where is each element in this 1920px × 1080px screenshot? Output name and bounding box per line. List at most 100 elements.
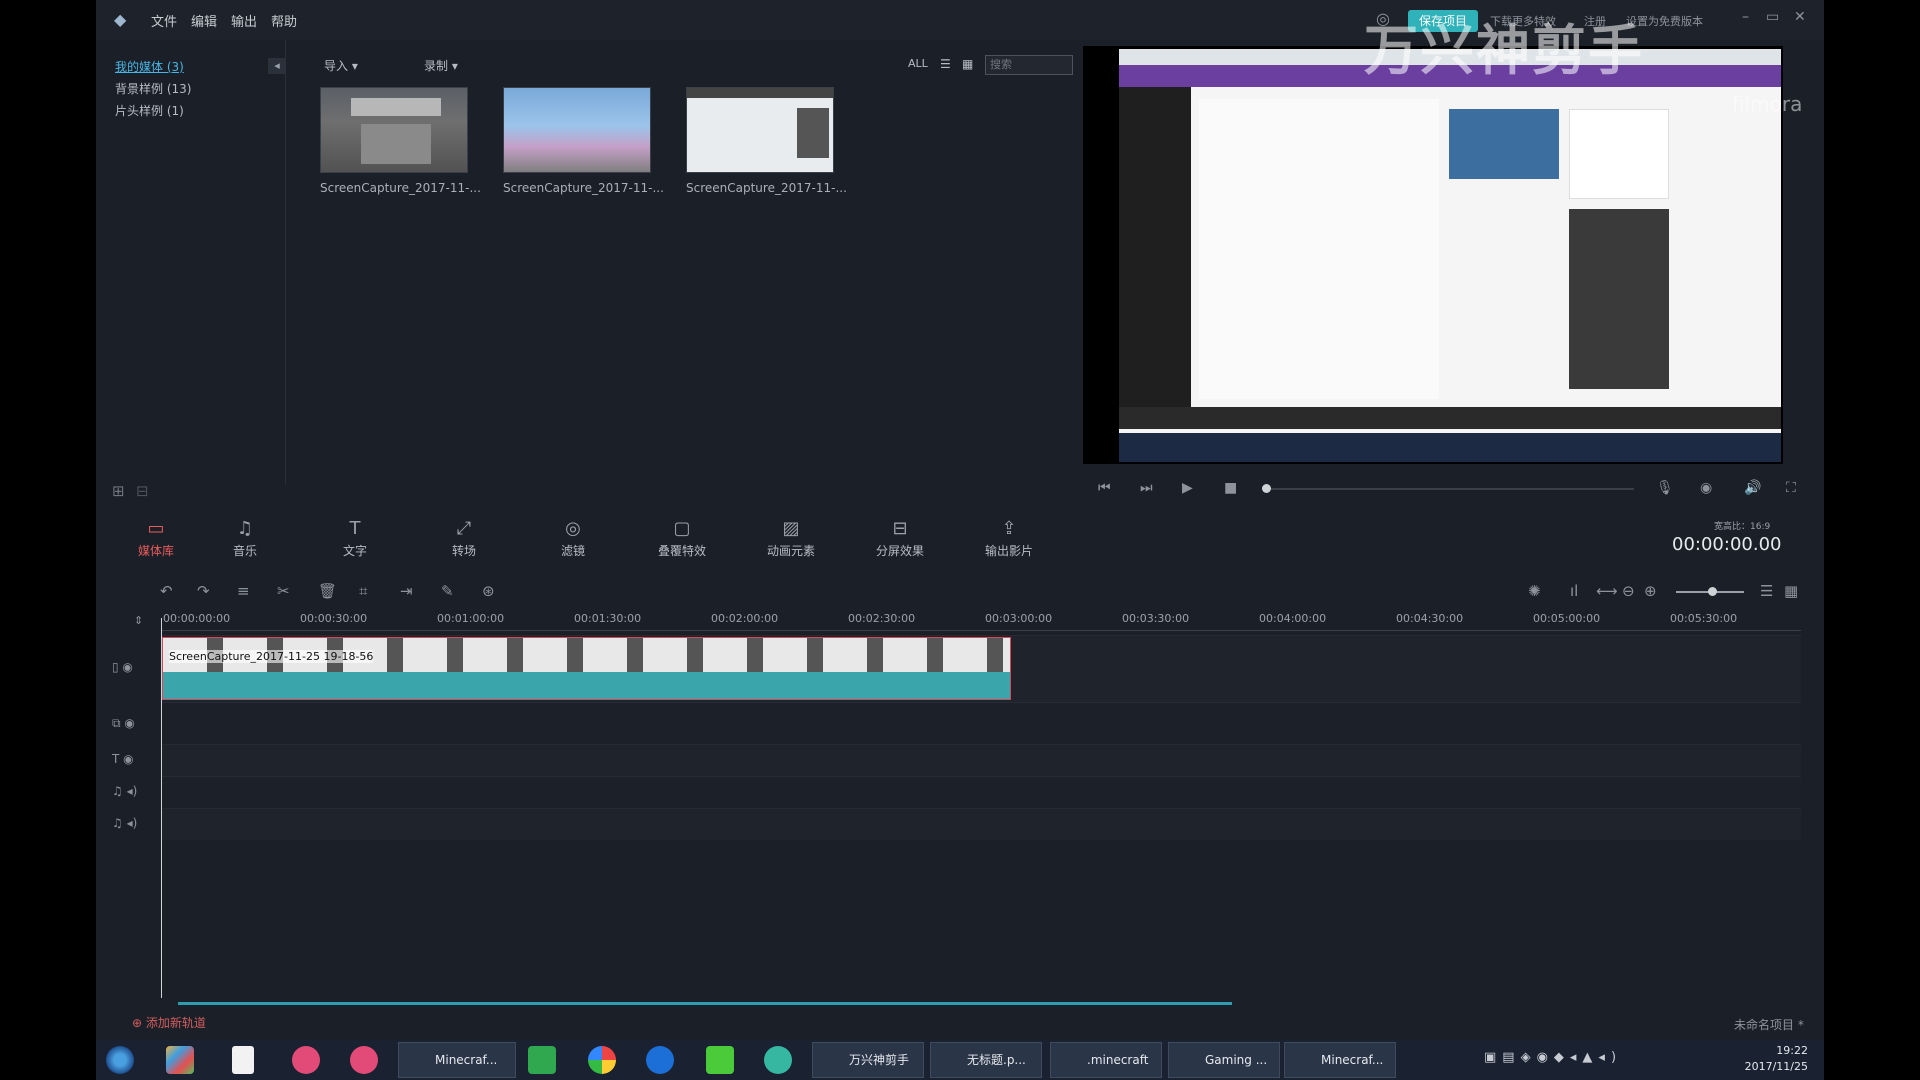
timeline-scrollbar[interactable] (178, 1002, 1232, 1005)
app-launcher-icon[interactable] (166, 1046, 194, 1074)
fit-timeline-icon[interactable]: ⟷ (1596, 582, 1618, 600)
list-view-icon[interactable]: ☰ (940, 57, 951, 71)
menu-edit[interactable]: 编辑 (191, 11, 217, 30)
tab-export[interactable]: ⇪ 输出影片 (974, 518, 1044, 559)
play-icon[interactable]: ▶ (1182, 480, 1193, 496)
menu-file[interactable]: 文件 (151, 11, 177, 30)
tab-overlays[interactable]: ▢ 叠覆特效 (647, 518, 717, 559)
grid-icon[interactable]: ▦ (1784, 582, 1798, 600)
ruler-tick: 00:02:30:00 (848, 612, 916, 625)
media-thumb-1-label: ScreenCapture_2017-11-... (320, 181, 481, 195)
video-clip[interactable]: ScreenCapture_2017-11-25 19-18-56 (162, 637, 1011, 700)
text-icon: T (349, 518, 361, 539)
preview-scrubber[interactable] (1264, 488, 1634, 490)
tab-label: 滤镜 (560, 544, 585, 558)
add-track-button[interactable]: ⊕ 添加新轨道 (132, 1014, 206, 1031)
taskbar-label: .minecraft (1087, 1053, 1149, 1067)
media-player-icon[interactable] (646, 1046, 674, 1074)
tab-label: 媒体库 (137, 544, 174, 558)
minecraft-logo-graphic (351, 98, 441, 116)
search-input[interactable]: 搜索 (985, 55, 1073, 75)
menu-help[interactable]: 帮助 (271, 11, 297, 30)
skip-back-icon[interactable]: ⏮ (1098, 480, 1111, 496)
pin-icon[interactable]: ✎ (441, 582, 454, 600)
media-thumb-2[interactable] (503, 87, 651, 173)
playhead[interactable] (161, 618, 162, 998)
browser-bar-graphic (687, 88, 833, 98)
import-dropdown[interactable]: 导入 ▾ (324, 57, 358, 74)
start-button-icon[interactable] (106, 1046, 134, 1074)
redo-icon[interactable]: ↷ (197, 582, 210, 600)
aspect-ratio-label: 宽高比：16:9 (1714, 522, 1771, 532)
adjust-icon[interactable]: ≡ (237, 582, 250, 600)
remove-folder-icon[interactable]: ⊟ (136, 482, 149, 500)
close-icon[interactable]: ✕ (1794, 9, 1806, 25)
iqiyi-icon[interactable] (706, 1046, 734, 1074)
taskbar-paint[interactable]: 无标题.p... (930, 1042, 1042, 1078)
volume-icon[interactable]: 🔊 (1744, 480, 1761, 496)
tab-music[interactable]: ♫ 音乐 (210, 518, 280, 559)
zoom-slider-knob[interactable] (1708, 587, 1717, 596)
teal-app-icon[interactable] (764, 1046, 792, 1074)
player-app-icon[interactable] (350, 1046, 378, 1074)
category-backgrounds[interactable]: 背景样例 (13) (115, 80, 191, 97)
tab-elements[interactable]: ▨ 动画元素 (756, 518, 826, 559)
menu-export[interactable]: 输出 (231, 11, 257, 30)
step-forward-icon[interactable]: ⏭ (1140, 480, 1153, 496)
zoom-in-icon[interactable]: ⊕ (1644, 582, 1657, 600)
tab-transitions[interactable]: ⤢ 转场 (429, 518, 499, 559)
color-icon[interactable]: ⊛ (482, 582, 495, 600)
scrubber-knob[interactable] (1262, 484, 1271, 493)
frame-gallery (1569, 209, 1669, 389)
undo-icon[interactable]: ↶ (160, 582, 173, 600)
notepad-icon[interactable] (232, 1046, 254, 1074)
crop-icon[interactable]: ⌗ (359, 582, 367, 600)
duration-icon[interactable]: ⇥ (400, 582, 413, 600)
chrome-icon[interactable] (588, 1046, 616, 1074)
ruler-tick: 00:01:00:00 (437, 612, 505, 625)
tab-filters[interactable]: ◎ 滤镜 (538, 518, 608, 559)
fullscreen-icon[interactable]: ⛶ (1786, 480, 1796, 496)
plus-icon: ⊕ (132, 1016, 143, 1030)
snapshot-icon[interactable]: ◉ (1700, 480, 1712, 496)
taskbar-minecraft-1[interactable]: Minecraf... (398, 1042, 516, 1078)
audio-track-1 (161, 776, 1801, 808)
minimize-icon[interactable]: – (1742, 9, 1749, 25)
frame-left-column (1119, 87, 1191, 427)
taskbar-folder-gaming[interactable]: Gaming ... (1168, 1042, 1280, 1078)
audio-mixer-icon[interactable]: ıl (1570, 582, 1578, 600)
render-icon[interactable]: ✺ (1528, 582, 1541, 600)
ruler-tick: 00:04:00:00 (1259, 612, 1327, 625)
taskbar-label: 万兴神剪手 (849, 1053, 910, 1067)
category-intros[interactable]: 片头样例 (1) (115, 102, 184, 119)
taskbar-minecraft-2[interactable]: Minecraf... (1284, 1042, 1396, 1078)
track-settings-icon[interactable]: ⇕ (134, 614, 143, 627)
system-tray-icons[interactable]: ▣▤◈◉◆◂▲◂) (1484, 1050, 1622, 1065)
collapse-panel-icon[interactable]: ◂ (268, 58, 286, 74)
taskbar-filmora[interactable]: 万兴神剪手 (812, 1042, 924, 1078)
pink-app-icon[interactable] (292, 1046, 320, 1074)
media-thumb-3[interactable] (686, 87, 834, 173)
tab-split-screen[interactable]: ⊟ 分屏效果 (865, 518, 935, 559)
ruler (161, 630, 1801, 631)
clock[interactable]: 19:22 2017/11/25 (1738, 1043, 1808, 1075)
grid-view-icon[interactable]: ▦ (962, 57, 973, 71)
media-thumb-1[interactable] (320, 87, 468, 173)
record-dropdown[interactable]: 录制 ▾ (424, 57, 458, 74)
cut-icon[interactable]: ✂ (277, 582, 290, 600)
category-my-media[interactable]: 我的媒体 (3) (115, 58, 184, 75)
zoom-out-icon[interactable]: ⊖ (1622, 582, 1635, 600)
list-icon[interactable]: ☰ (1760, 582, 1773, 600)
green-app-icon[interactable] (528, 1046, 556, 1074)
stop-icon[interactable]: ■ (1224, 480, 1237, 496)
microphone-icon[interactable]: 🎙 (1656, 480, 1674, 496)
tab-media-library[interactable]: ▭ 媒体库 (121, 518, 191, 559)
maximize-icon[interactable]: ▭ (1766, 9, 1779, 25)
add-folder-icon[interactable]: ⊞ (112, 482, 125, 500)
overlay-track (161, 702, 1801, 744)
tab-label: 转场 (451, 544, 476, 558)
taskbar-folder-minecraft[interactable]: .minecraft (1050, 1042, 1162, 1078)
tab-text[interactable]: T 文字 (320, 518, 390, 559)
filter-all[interactable]: ALL (908, 57, 928, 70)
delete-icon[interactable]: 🗑 (318, 582, 337, 600)
